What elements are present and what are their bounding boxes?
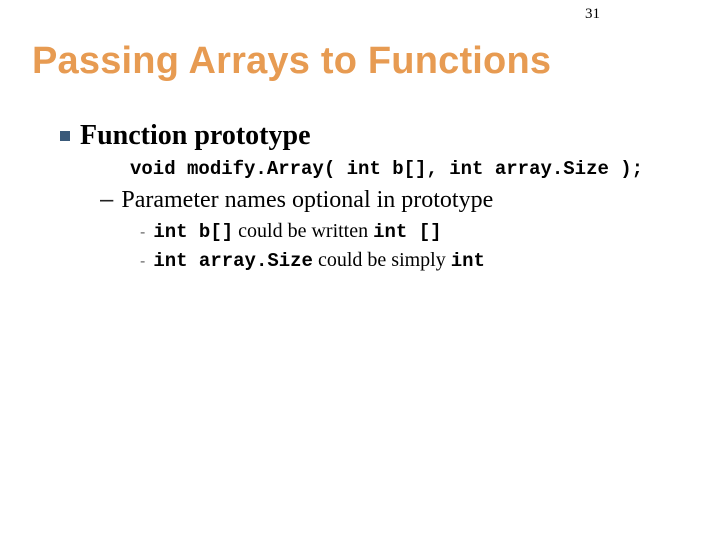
code-span: int: [451, 250, 485, 272]
sub-a-text: int b[] could be written int []: [153, 220, 441, 243]
bullet-level2: – Parameter names optional in prototype: [100, 186, 670, 214]
slide: 31 Passing Arrays to Functions Function …: [0, 0, 720, 540]
code-span: int b[]: [153, 221, 233, 243]
text-span: could be written: [233, 220, 373, 242]
bullet-level3-b: - int array.Size could be simply int: [140, 249, 670, 272]
bullet-level1: Function prototype: [60, 120, 670, 152]
slide-title: Passing Arrays to Functions: [32, 40, 551, 83]
code-span: int array.Size: [153, 250, 313, 272]
slide-body: Function prototype void modify.Array( in…: [60, 120, 670, 272]
prototype-code: void modify.Array( int b[], int array.Si…: [130, 158, 670, 180]
dash-icon: -: [140, 224, 145, 242]
square-bullet-icon: [60, 131, 70, 141]
code-span: int []: [373, 221, 441, 243]
bullet2-text: Parameter names optional in prototype: [121, 187, 493, 214]
bullet1-text: Function prototype: [80, 120, 311, 152]
sub-b-text: int array.Size could be simply int: [153, 249, 485, 272]
page-number: 31: [585, 6, 600, 23]
text-span: could be simply: [313, 249, 451, 271]
dash-icon: -: [140, 253, 145, 271]
bullet-level3-a: - int b[] could be written int []: [140, 220, 670, 243]
dash-icon: –: [100, 186, 113, 214]
